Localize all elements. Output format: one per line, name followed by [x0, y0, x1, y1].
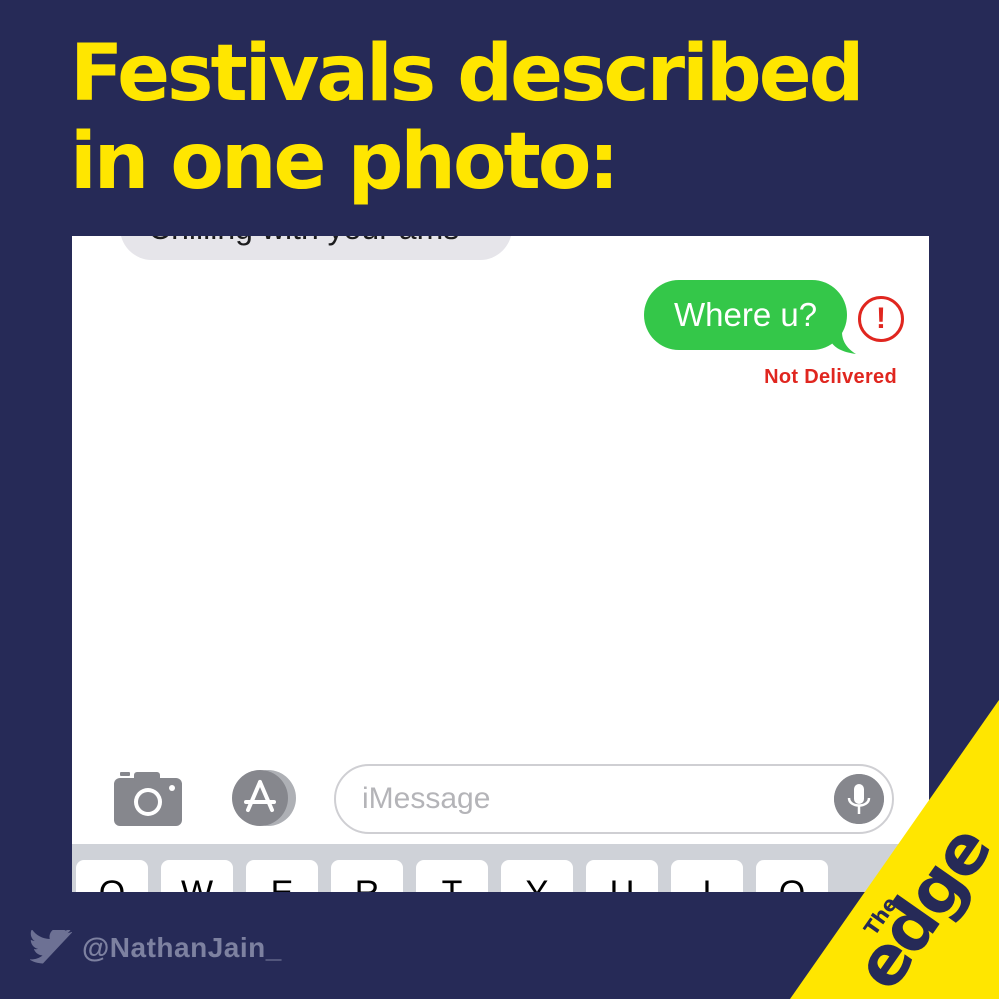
keyboard-key[interactable]: Y [501, 860, 573, 892]
imessage-placeholder: iMessage [362, 782, 491, 815]
appstore-icon[interactable] [224, 768, 300, 828]
credit-handle: @NathanJain_ [82, 932, 282, 963]
twitter-bird-icon [30, 930, 72, 964]
keyboard-key[interactable]: E [246, 860, 318, 892]
keyboard-key[interactable]: I [671, 860, 743, 892]
exclamation-circle-icon[interactable]: ! [858, 296, 904, 342]
the-edge-logo: The edge [790, 700, 999, 999]
camera-icon[interactable] [114, 770, 182, 826]
keyboard-key[interactable]: T [416, 860, 488, 892]
not-delivered-status: Not Delivered [764, 366, 897, 388]
sent-message-bubble[interactable]: Where u? [644, 280, 848, 350]
keyboard-key[interactable]: U [586, 860, 658, 892]
keyboard-key[interactable]: W [161, 860, 233, 892]
keyboard-key[interactable]: Q [76, 860, 148, 892]
keyboard-key[interactable]: R [331, 860, 403, 892]
credit: @NathanJain_ [30, 928, 282, 968]
headline: Festivals described in one photo: [70, 29, 864, 207]
received-message-text: Chilling with your ams [148, 236, 459, 247]
sent-bubble-tail [830, 332, 856, 354]
received-message-bubble: Chilling with your ams [120, 236, 512, 260]
